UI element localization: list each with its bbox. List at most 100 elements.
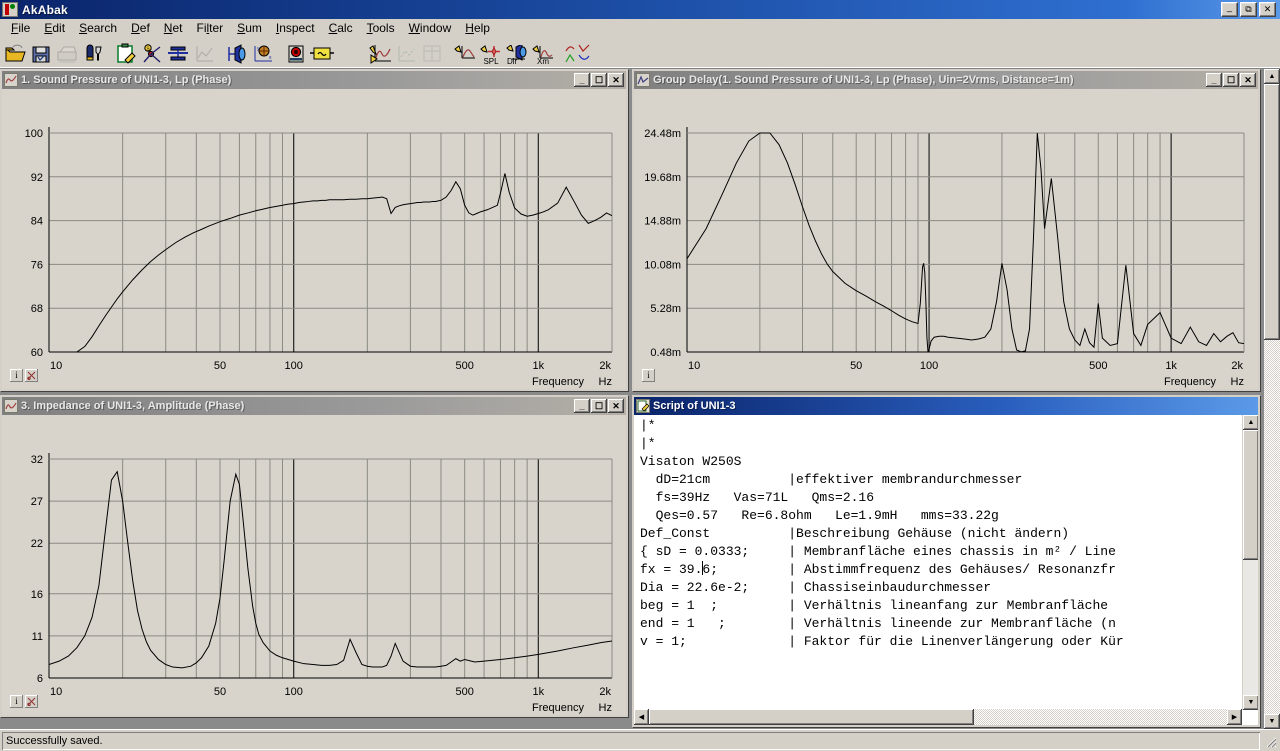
info-icon[interactable]: i [642, 369, 655, 382]
impedance-plot-icon[interactable]: Xm [530, 41, 556, 67]
menu-net[interactable]: Net [157, 19, 190, 38]
info-icon[interactable]: i [10, 695, 23, 708]
script-horizontal-scrollbar[interactable]: ◀ ▶ [634, 709, 1242, 725]
curve-cursor-icon[interactable] [367, 41, 393, 67]
script-vertical-scroll-thumb[interactable] [1243, 430, 1258, 560]
info-icon[interactable]: i [10, 369, 23, 382]
svg-text:Hz: Hz [599, 376, 612, 388]
window-impedance[interactable]: 3. Impedance of UNI1-3, Amplitude (Phase… [0, 395, 628, 717]
menu-filter[interactable]: Filter [189, 19, 230, 38]
curve-table-icon[interactable] [419, 41, 445, 67]
script-scroll-down-button[interactable]: ▼ [1243, 695, 1258, 710]
restore-button[interactable]: ⧉ [1240, 2, 1257, 17]
gd-minimize-button[interactable]: _ [1206, 73, 1222, 87]
cut-curve-icon[interactable] [25, 695, 38, 708]
menu-def[interactable]: Def [124, 19, 157, 38]
group-delay-plot[interactable]: s Absolute delay H=0°, V=0°, Set=all, 0.… [634, 89, 1258, 389]
print-icon[interactable] [54, 41, 80, 67]
sp-close-button[interactable]: ✕ [608, 73, 624, 87]
status-message: Successfully saved. [2, 732, 1260, 750]
save-project-icon[interactable] [28, 41, 54, 67]
cut-curve-icon[interactable] [25, 369, 38, 382]
script-editor-icon[interactable] [113, 41, 139, 67]
window-script[interactable]: Script of UNI1-3 |*|*Visaton W250S dD=21… [632, 395, 1260, 727]
transfer-block-icon[interactable] [309, 41, 335, 67]
mdi-scroll-up-button[interactable]: ▲ [1264, 69, 1280, 84]
impedance-titlebar[interactable]: 3. Impedance of UNI1-3, Amplitude (Phase… [2, 397, 626, 415]
sp-chart-svg: 606876849210010501005001k2kFrequencyHz [2, 89, 626, 389]
imp-close-button[interactable]: ✕ [608, 399, 624, 413]
mdi-vertical-scroll-thumb[interactable] [1264, 84, 1280, 340]
node-network-icon[interactable]: S [139, 41, 165, 67]
svg-text:Frequency: Frequency [532, 702, 584, 714]
sound-pressure-titlebar[interactable]: 1. Sound Pressure of UNI1-3, Lp (Phase) … [2, 71, 626, 89]
multi-curve-icon[interactable] [563, 41, 593, 67]
script-scroll-right-button[interactable]: ▶ [1227, 709, 1242, 725]
impedance-body: ohm Z S1 at node=1 611162227321050100500… [2, 415, 626, 715]
svg-text:2k: 2k [1231, 360, 1243, 372]
svg-text:19.68m: 19.68m [644, 172, 681, 184]
resize-grip-icon[interactable] [1262, 733, 1278, 749]
svg-text:500: 500 [1089, 360, 1107, 372]
svg-text:14.88m: 14.88m [644, 216, 681, 228]
akabak-logo-icon [2, 2, 18, 17]
curve-chart-icon [4, 73, 18, 87]
application-window: AkAbak _ ⧉ ✕ FFileile Edit Search Def Ne… [0, 0, 1280, 751]
toolbar-separator [106, 41, 113, 67]
curve-scatter-icon[interactable] [393, 41, 419, 67]
script-vertical-scrollbar[interactable]: ▲ ▼ [1242, 415, 1258, 710]
sp-minimize-button[interactable]: _ [574, 73, 590, 87]
sound-pressure-plot[interactable]: dB Uin=2Vrms, Distance=1m H=0°, V=0°, Se… [2, 89, 626, 389]
menu-window[interactable]: Window [402, 19, 459, 38]
spl-plot-icon[interactable] [452, 41, 478, 67]
driver-element-icon[interactable] [283, 41, 309, 67]
menu-sum[interactable]: Sum [230, 19, 269, 38]
directivity-plot-label: SPL [479, 58, 503, 66]
menu-edit[interactable]: Edit [37, 19, 72, 38]
menu-tools[interactable]: Tools [360, 19, 402, 38]
close-button[interactable]: ✕ [1259, 2, 1276, 17]
excursion-plot-icon[interactable]: Dir [504, 41, 530, 67]
script-titlebar[interactable]: Script of UNI1-3 [634, 397, 1258, 415]
toolbar-separator [556, 41, 563, 67]
menu-calc[interactable]: Calc [322, 19, 360, 38]
sp-maximize-button[interactable]: ☐ [591, 73, 607, 87]
sp-corner-icons: i [10, 369, 38, 382]
main-titlebar: AkAbak _ ⧉ ✕ [0, 0, 1280, 19]
gd-maximize-button[interactable]: ☐ [1223, 73, 1239, 87]
menu-help[interactable]: Help [458, 19, 497, 38]
mdi-scroll-down-button[interactable]: ▼ [1264, 714, 1280, 729]
script-line: dD=21cm |effektiver membrandurchmesser [640, 471, 1258, 489]
svg-text:1k: 1k [533, 686, 545, 698]
gd-close-button[interactable]: ✕ [1240, 73, 1256, 87]
svg-text:68: 68 [31, 303, 43, 315]
driver-database-icon[interactable] [80, 41, 106, 67]
impedance-plot[interactable]: ohm Z S1 at node=1 611162227321050100500… [2, 415, 626, 715]
open-project-icon[interactable] [2, 41, 28, 67]
script-scroll-up-button[interactable]: ▲ [1243, 415, 1258, 430]
directivity-plot-icon[interactable]: SPL [478, 41, 504, 67]
sine-function-icon[interactable] [335, 41, 367, 67]
script-scroll-left-button[interactable]: ◀ [634, 709, 649, 725]
mdi-vertical-scrollbar[interactable]: ▲ ▼ [1264, 69, 1280, 729]
menu-search[interactable]: Search [72, 19, 124, 38]
group-delay-titlebar[interactable]: Group Delay(1. Sound Pressure of UNI1-3,… [634, 71, 1258, 89]
minimize-button[interactable]: _ [1221, 2, 1238, 17]
menu-file[interactable]: FFileile [4, 19, 37, 38]
menu-inspect[interactable]: Inspect [269, 19, 322, 38]
window-sound-pressure[interactable]: 1. Sound Pressure of UNI1-3, Lp (Phase) … [0, 69, 628, 391]
svg-text:100: 100 [920, 360, 938, 372]
script-horizontal-scroll-thumb[interactable] [649, 709, 974, 725]
filter-network-icon[interactable] [165, 41, 191, 67]
plot-network-icon[interactable] [191, 41, 217, 67]
window-group-delay[interactable]: Group Delay(1. Sound Pressure of UNI1-3,… [632, 69, 1260, 391]
imp-maximize-button[interactable]: ☐ [591, 399, 607, 413]
radiator-icon[interactable] [224, 41, 250, 67]
svg-text:1k: 1k [1165, 360, 1177, 372]
imp-minimize-button[interactable]: _ [574, 399, 590, 413]
script-text-editor[interactable]: |*|*Visaton W250S dD=21cm |effektiver me… [634, 415, 1258, 725]
enclosure-icon[interactable]: y x [250, 41, 276, 67]
svg-text:10: 10 [50, 686, 62, 698]
svg-text:76: 76 [31, 259, 43, 271]
impedance-title: 3. Impedance of UNI1-3, Amplitude (Phase… [21, 400, 574, 412]
